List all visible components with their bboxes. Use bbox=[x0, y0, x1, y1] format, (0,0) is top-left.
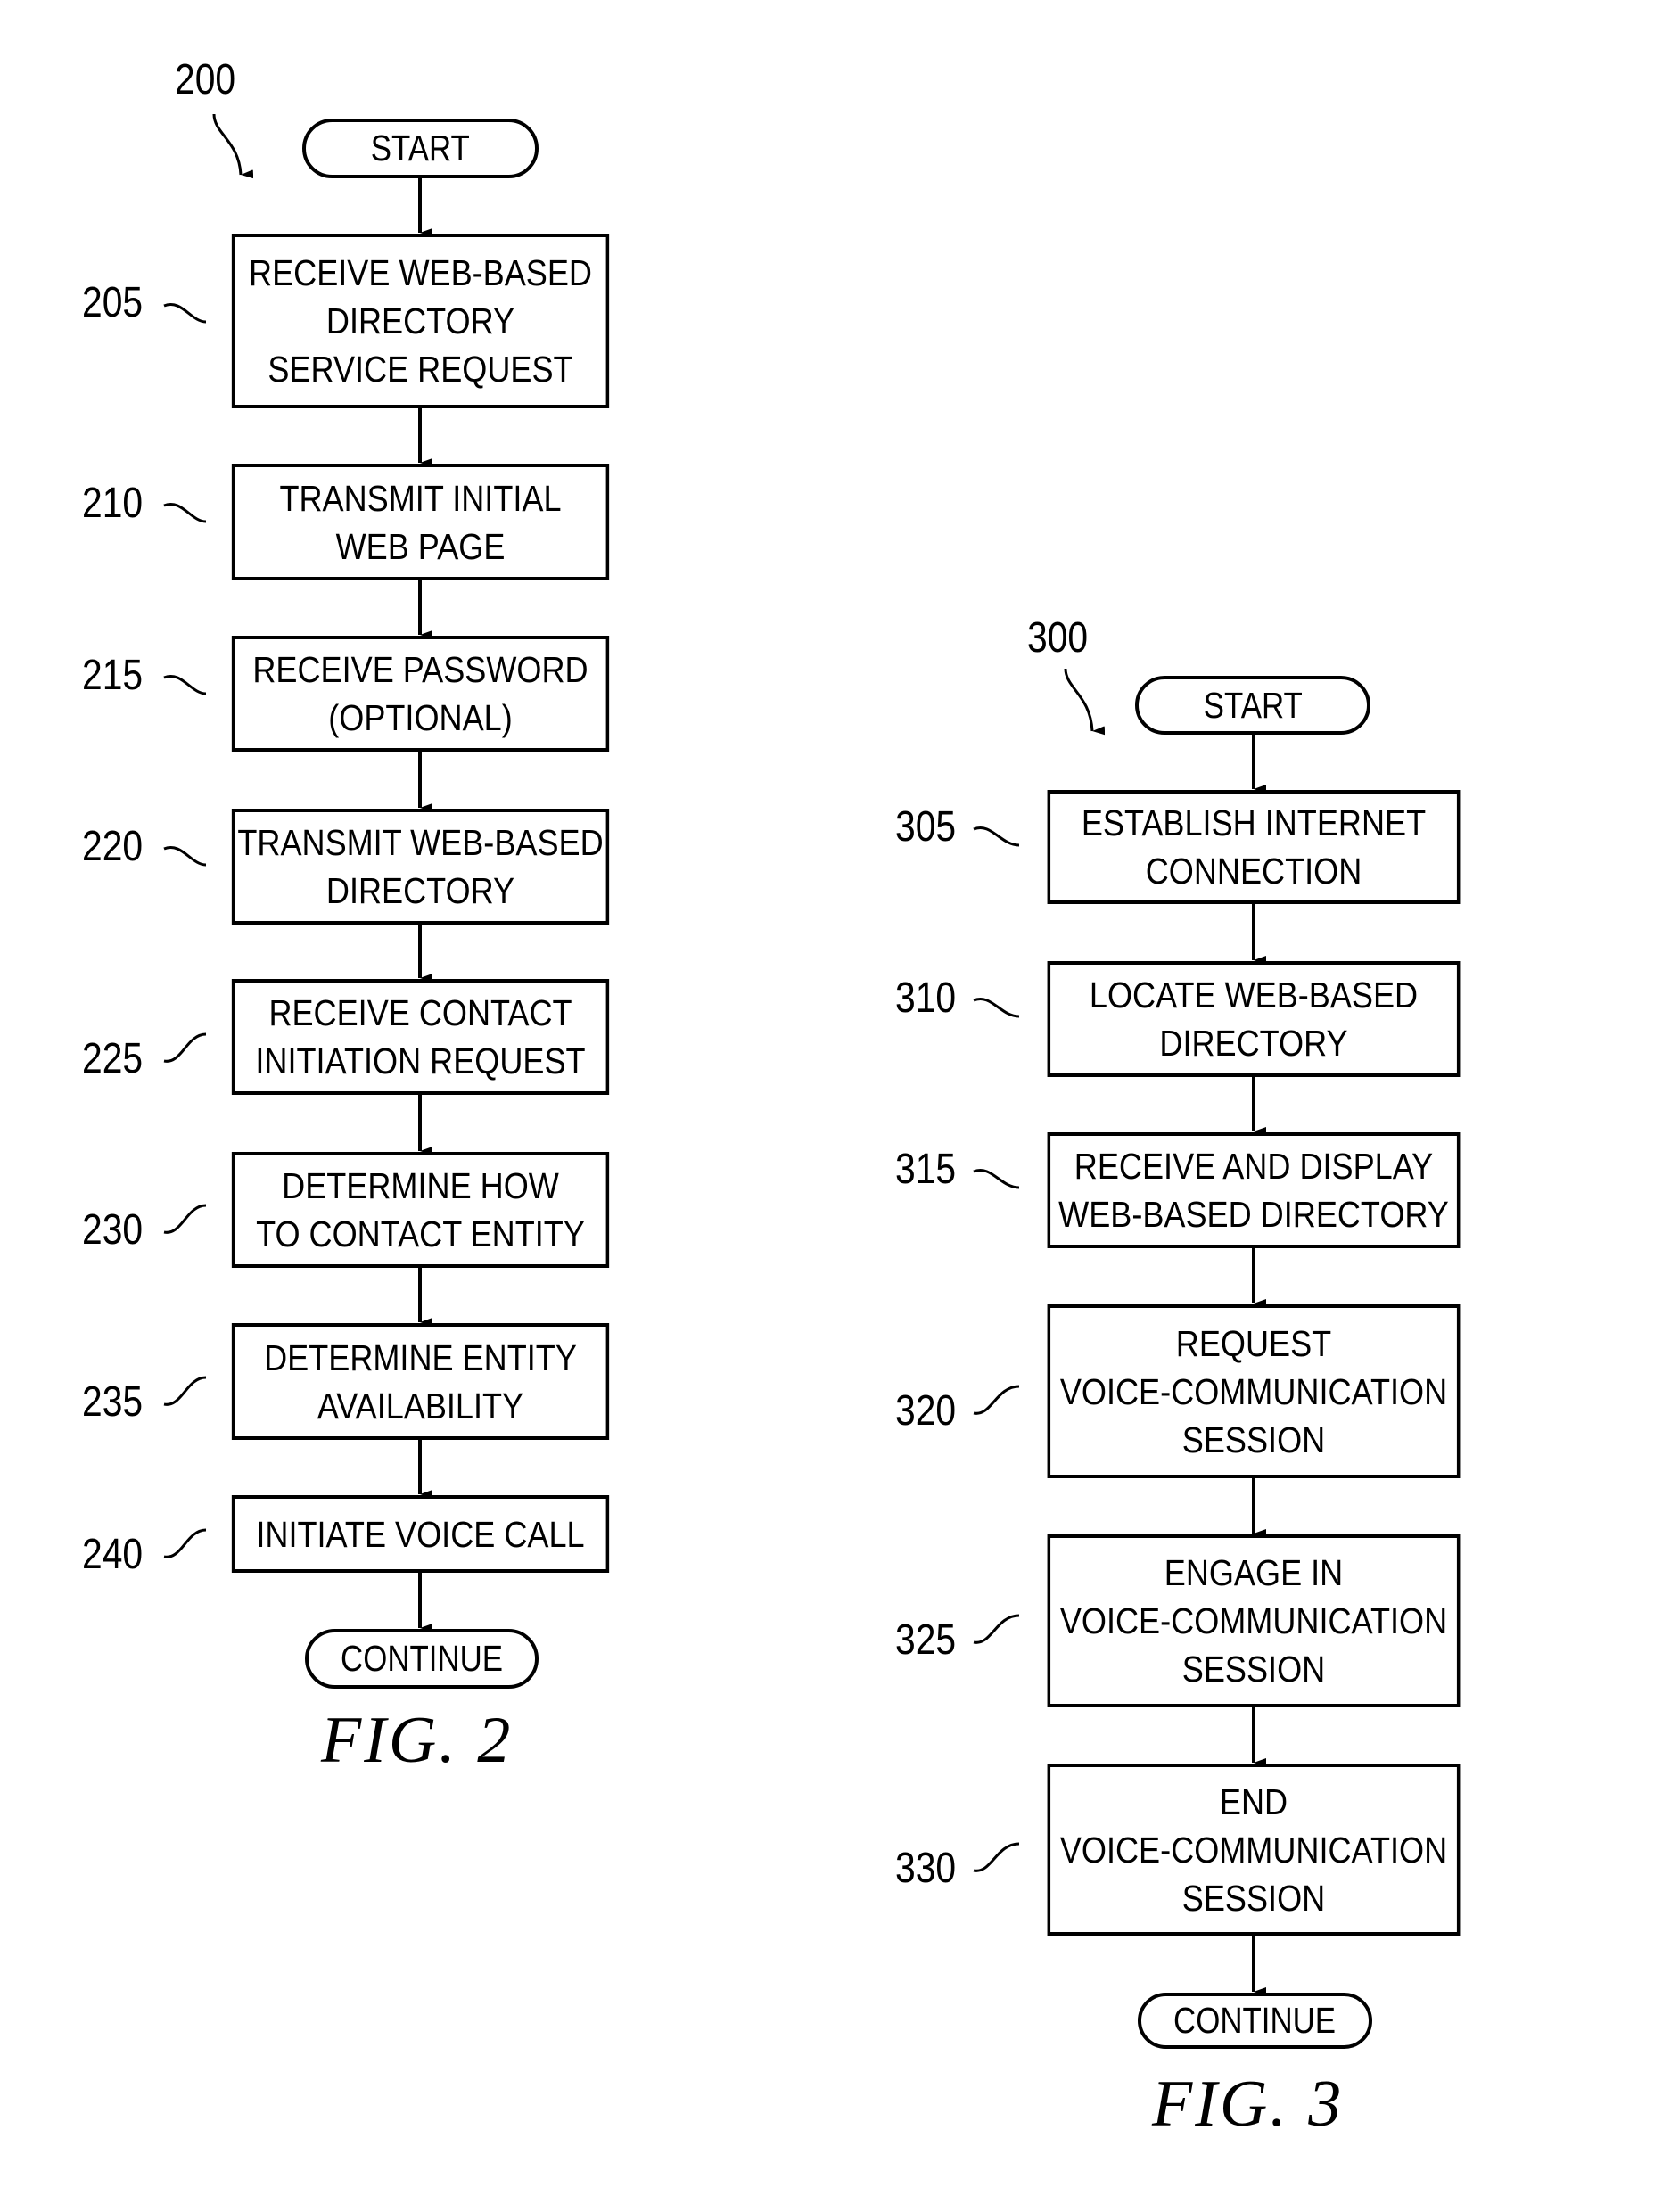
step-ref-number: 330 bbox=[895, 1845, 957, 1892]
figure-ref-arrow bbox=[212, 113, 254, 179]
leader-line bbox=[163, 503, 207, 523]
step-text: INITIATE VOICE CALL bbox=[256, 1513, 585, 1555]
step-ref-number: 235 bbox=[82, 1378, 144, 1426]
step-ref-number: 220 bbox=[82, 823, 144, 870]
leader-line bbox=[163, 1204, 207, 1234]
step-box: ESTABLISH INTERNET CONNECTION bbox=[1047, 790, 1461, 904]
figure-caption: FIG. 2 bbox=[321, 1704, 514, 1777]
step-text: RECEIVE PASSWORD (OPTIONAL) bbox=[252, 649, 588, 738]
continue-label: CONTINUE bbox=[1173, 2000, 1337, 2041]
leader-line bbox=[163, 675, 207, 695]
step-box: RECEIVE WEB-BASED DIRECTORY SERVICE REQU… bbox=[231, 234, 610, 408]
leader-line bbox=[163, 1032, 207, 1063]
leader-line bbox=[973, 1842, 1020, 1872]
step-text: DETERMINE ENTITY AVAILABILITY bbox=[264, 1336, 577, 1427]
leader-line bbox=[163, 846, 207, 867]
step-text: LOCATE WEB-BASED DIRECTORY bbox=[1089, 974, 1419, 1064]
step-text: TRANSMIT INITIAL WEB PAGE bbox=[279, 477, 562, 567]
leader-line bbox=[163, 303, 207, 324]
step-box: ENGAGE IN VOICE-COMMUNICATION SESSION bbox=[1047, 1534, 1461, 1707]
figure-ref-label: 300 bbox=[1027, 614, 1089, 662]
step-box: DETERMINE HOW TO CONTACT ENTITY bbox=[231, 1152, 610, 1268]
step-ref-number: 205 bbox=[82, 279, 144, 326]
step-ref-number: 310 bbox=[895, 974, 957, 1022]
continue-terminal: CONTINUE bbox=[1138, 1993, 1372, 2049]
leader-line bbox=[973, 1614, 1020, 1644]
step-box: RECEIVE PASSWORD (OPTIONAL) bbox=[231, 636, 610, 752]
step-box: LOCATE WEB-BASED DIRECTORY bbox=[1047, 961, 1461, 1077]
step-box: TRANSMIT WEB-BASED DIRECTORY bbox=[231, 809, 610, 925]
figure-ref-label: 200 bbox=[175, 56, 236, 103]
continue-label: CONTINUE bbox=[340, 1638, 503, 1679]
step-text: RECEIVE CONTACT INITIATION REQUEST bbox=[255, 992, 586, 1081]
step-box: RECEIVE AND DISPLAY WEB-BASED DIRECTORY bbox=[1047, 1132, 1461, 1248]
step-ref-number: 210 bbox=[82, 480, 144, 527]
step-box: DETERMINE ENTITY AVAILABILITY bbox=[231, 1323, 610, 1440]
step-box: RECEIVE CONTACT INITIATION REQUEST bbox=[231, 979, 610, 1095]
leader-line bbox=[973, 998, 1020, 1018]
step-text: ENGAGE IN VOICE-COMMUNICATION SESSION bbox=[1059, 1552, 1448, 1690]
figure-caption: FIG. 3 bbox=[1152, 2068, 1345, 2141]
leader-line bbox=[973, 1169, 1020, 1189]
step-ref-number: 315 bbox=[895, 1146, 957, 1193]
step-ref-number: 320 bbox=[895, 1387, 957, 1435]
step-text: RECEIVE WEB-BASED DIRECTORY SERVICE REQU… bbox=[249, 252, 592, 390]
leader-line bbox=[973, 1385, 1020, 1415]
step-ref-number: 230 bbox=[82, 1206, 144, 1254]
leader-line bbox=[163, 1528, 207, 1558]
step-box: END VOICE-COMMUNICATION SESSION bbox=[1047, 1764, 1461, 1936]
step-ref-number: 325 bbox=[895, 1616, 957, 1664]
step-ref-number: 215 bbox=[82, 652, 144, 699]
start-label: START bbox=[370, 127, 471, 169]
leader-line bbox=[163, 1376, 207, 1406]
continue-terminal: CONTINUE bbox=[305, 1629, 539, 1689]
figure-ref-arrow bbox=[1064, 668, 1106, 736]
start-terminal: START bbox=[1135, 676, 1370, 735]
step-text: DETERMINE HOW TO CONTACT ENTITY bbox=[256, 1165, 585, 1254]
step-text: REQUEST VOICE-COMMUNICATION SESSION bbox=[1059, 1322, 1448, 1460]
step-box: REQUEST VOICE-COMMUNICATION SESSION bbox=[1047, 1304, 1461, 1478]
leader-line bbox=[973, 826, 1020, 847]
start-label: START bbox=[1203, 684, 1303, 726]
step-text: ESTABLISH INTERNET CONNECTION bbox=[1081, 802, 1427, 892]
step-text: TRANSMIT WEB-BASED DIRECTORY bbox=[237, 822, 604, 911]
step-text: RECEIVE AND DISPLAY WEB-BASED DIRECTORY bbox=[1058, 1146, 1449, 1235]
step-box: INITIATE VOICE CALL bbox=[231, 1495, 610, 1573]
step-text: END VOICE-COMMUNICATION SESSION bbox=[1059, 1780, 1448, 1919]
step-box: TRANSMIT INITIAL WEB PAGE bbox=[231, 464, 610, 580]
start-terminal: START bbox=[302, 119, 539, 178]
step-ref-number: 240 bbox=[82, 1531, 144, 1578]
step-ref-number: 225 bbox=[82, 1035, 144, 1082]
patent-drawing-sheet: 200 START RECEIVE WEB-BASED DIRECTORY SE… bbox=[0, 0, 1654, 2212]
step-ref-number: 305 bbox=[895, 803, 957, 851]
